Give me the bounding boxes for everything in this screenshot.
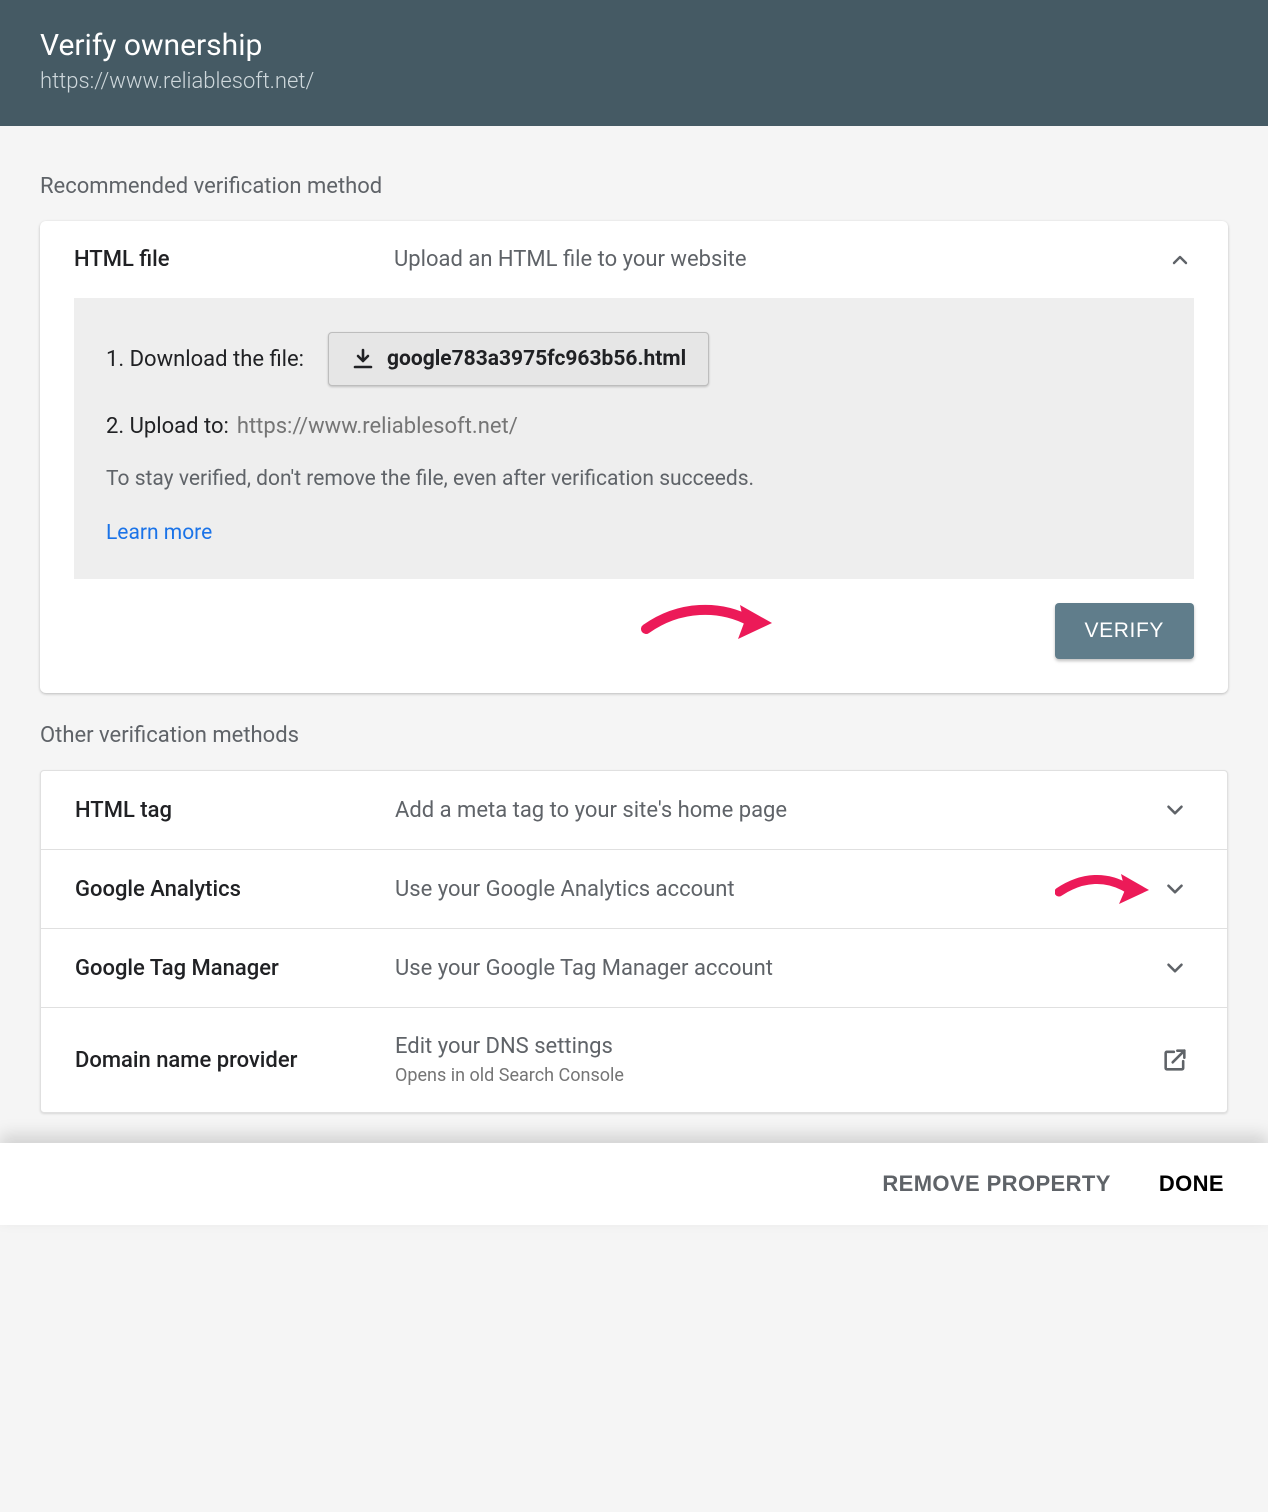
method-google-analytics[interactable]: Google Analytics Use your Google Analyti…: [41, 850, 1227, 929]
method-domain-name-provider[interactable]: Domain name provider Edit your DNS setti…: [41, 1008, 1227, 1112]
method-description: Edit your DNS settings Opens in old Sear…: [395, 1034, 1157, 1086]
download-file-button[interactable]: google783a3975fc963b56.html: [328, 332, 709, 386]
recommended-method-card: HTML file Upload an HTML file to your we…: [40, 221, 1228, 693]
step-2-url: https://www.reliablesoft.net/: [237, 414, 518, 439]
method-description: Use your Google Tag Manager account: [395, 956, 1157, 981]
stay-verified-note: To stay verified, don't remove the file,…: [106, 467, 1162, 491]
verify-button[interactable]: VERIFY: [1055, 603, 1194, 659]
done-button[interactable]: DONE: [1159, 1171, 1224, 1197]
method-title: HTML file: [74, 247, 394, 272]
annotation-arrow-icon: [1055, 866, 1155, 910]
annotation-arrow-icon: [640, 593, 780, 649]
remove-property-button[interactable]: REMOVE PROPERTY: [882, 1171, 1110, 1197]
dialog-subtitle-url: https://www.reliablesoft.net/: [40, 69, 1228, 94]
step-1: 1. Download the file: google783a3975fc96…: [106, 332, 1162, 386]
html-file-steps: 1. Download the file: google783a3975fc96…: [74, 298, 1194, 579]
method-title: Domain name provider: [75, 1048, 395, 1073]
other-methods-label: Other verification methods: [40, 723, 1228, 748]
dialog-title: Verify ownership: [40, 28, 1228, 63]
method-description: Upload an HTML file to your website: [394, 247, 1166, 272]
method-desc-text: Edit your DNS settings: [395, 1034, 613, 1059]
method-title: HTML tag: [75, 798, 395, 823]
html-file-method-header[interactable]: HTML file Upload an HTML file to your we…: [40, 221, 1228, 298]
method-html-tag[interactable]: HTML tag Add a meta tag to your site's h…: [41, 771, 1227, 850]
method-description: Add a meta tag to your site's home page: [395, 798, 1157, 823]
chevron-up-icon: [1166, 248, 1194, 272]
method-title: Google Analytics: [75, 877, 395, 902]
chevron-down-icon: [1157, 955, 1193, 981]
download-filename: google783a3975fc963b56.html: [387, 347, 686, 371]
step-1-label: 1. Download the file:: [106, 347, 304, 372]
open-external-icon: [1157, 1046, 1193, 1074]
download-icon: [351, 347, 375, 371]
learn-more-link[interactable]: Learn more: [106, 521, 212, 545]
method-subtext: Opens in old Search Console: [395, 1065, 1157, 1086]
method-title: Google Tag Manager: [75, 956, 395, 981]
recommended-section-label: Recommended verification method: [40, 174, 1228, 199]
step-2: 2. Upload to: https://www.reliablesoft.n…: [106, 414, 1162, 439]
chevron-down-icon: [1157, 797, 1193, 823]
step-2-label: 2. Upload to:: [106, 414, 229, 439]
card-actions: VERIFY: [40, 579, 1228, 693]
other-methods-list: HTML tag Add a meta tag to your site's h…: [40, 770, 1228, 1113]
dialog-footer: REMOVE PROPERTY DONE: [0, 1143, 1268, 1225]
chevron-down-icon: [1157, 876, 1193, 902]
dialog-body: Recommended verification method HTML fil…: [0, 126, 1268, 1113]
dialog-header: Verify ownership https://www.reliablesof…: [0, 0, 1268, 126]
method-description: Use your Google Analytics account: [395, 877, 1157, 902]
method-google-tag-manager[interactable]: Google Tag Manager Use your Google Tag M…: [41, 929, 1227, 1008]
